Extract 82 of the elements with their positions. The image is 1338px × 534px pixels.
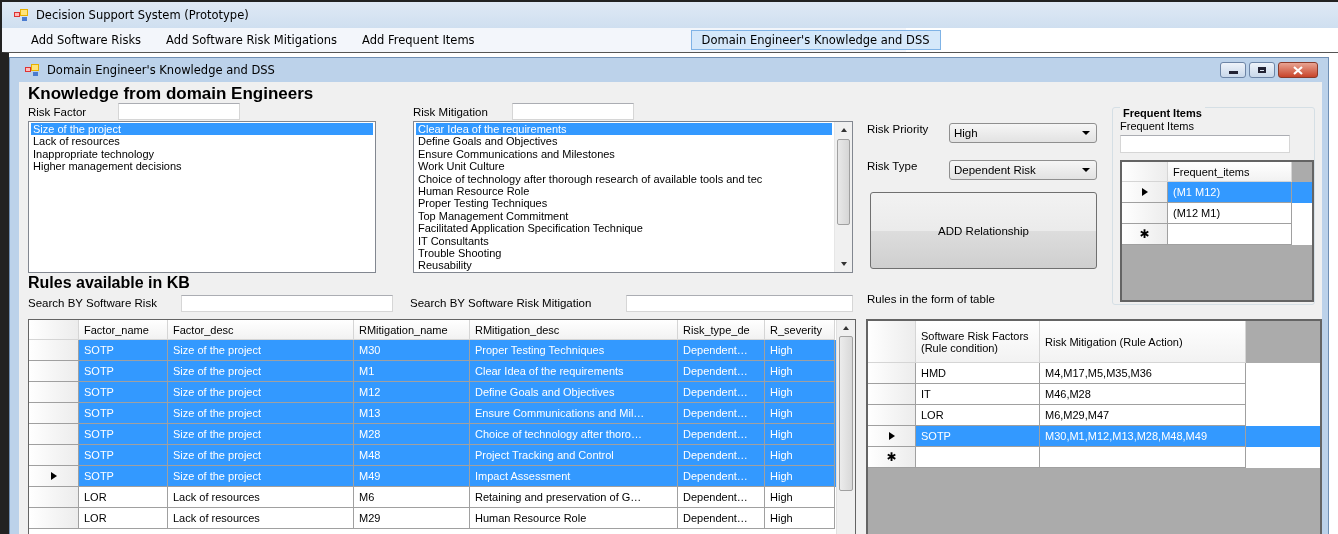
list-item[interactable]: Proper Testing Techniques xyxy=(416,197,832,210)
section-heading: Knowledge from domain Engineers xyxy=(28,84,315,103)
column-header[interactable]: RMitigation_name xyxy=(354,320,470,340)
list-item[interactable]: Facilitated Application Specification Technique xyxy=(416,222,832,235)
corner-header[interactable] xyxy=(868,321,916,363)
input-field[interactable] xyxy=(512,103,634,120)
restore-button[interactable] xyxy=(1249,62,1275,78)
list-box[interactable] xyxy=(413,121,853,273)
table-row[interactable]: LOR Lack of resources M29 Human Resource Role Dependent… High xyxy=(29,508,836,529)
group-title: Frequent Items xyxy=(1120,107,1205,119)
column-header[interactable]: Risk_type_de xyxy=(678,320,765,340)
window-title: Domain Engineer's Knowledge and DSS xyxy=(47,63,276,77)
close-button[interactable] xyxy=(1278,62,1318,78)
minimize-button[interactable] xyxy=(1220,62,1246,78)
table-cell: High xyxy=(765,508,835,529)
scrollbar[interactable] xyxy=(834,122,852,272)
table-row[interactable]: LOR M6,M29,M47 xyxy=(868,405,1320,426)
menu-item[interactable]: Domain Engineer's Knowledge and DSS xyxy=(690,30,941,50)
table-row[interactable]: (M12 M1) xyxy=(1122,203,1312,224)
list-item[interactable]: IT Consultants xyxy=(416,234,832,247)
app-icon xyxy=(25,64,39,76)
column-header[interactable]: R_severity xyxy=(765,320,835,340)
new-row-cell[interactable] xyxy=(1040,447,1246,468)
row-header[interactable] xyxy=(1122,182,1168,203)
new-row-cell[interactable] xyxy=(916,447,1040,468)
field-label: Risk Priority xyxy=(867,123,930,135)
corner-header[interactable] xyxy=(29,320,79,340)
scrollbar[interactable] xyxy=(836,320,855,534)
list-item[interactable]: Lack of resources xyxy=(31,135,373,148)
list-item[interactable]: Inappropriate technology xyxy=(31,147,373,161)
table-row[interactable]: IT M46,M28 xyxy=(868,384,1320,405)
column-header[interactable]: Software Risk Factors (Rule condition) xyxy=(916,321,1040,363)
list-item[interactable]: Ensure Communications and Milestones xyxy=(416,147,832,161)
table-cell: LOR xyxy=(79,508,168,529)
input-field[interactable] xyxy=(118,103,240,120)
new-row-marker: ✱ xyxy=(886,450,897,464)
menu-item[interactable]: Add Software Risks xyxy=(20,30,153,50)
app-icon xyxy=(14,9,28,21)
field-label: Search BY Software Risk xyxy=(28,297,158,309)
close-icon xyxy=(1293,65,1303,75)
column-header[interactable]: Factor_desc xyxy=(168,320,354,340)
menu-item[interactable]: Add Frequent Items xyxy=(351,30,486,50)
new-row-marker: ✱ xyxy=(1139,227,1150,241)
row-header[interactable]: ✱ xyxy=(868,447,916,468)
window-title: Decision Support System (Prototype) xyxy=(36,8,249,22)
list-item[interactable]: Higher management decisions xyxy=(31,160,373,173)
table-cell: Human Resource Role xyxy=(470,508,678,529)
list-item[interactable]: Work Unit Culture xyxy=(416,160,832,173)
input-field[interactable] xyxy=(1120,135,1290,153)
list-item[interactable]: Reusability xyxy=(416,259,832,272)
menu-item[interactable]: Add Software Risk Mitigations xyxy=(155,30,349,50)
column-header[interactable]: Risk Mitigation (Rule Action) xyxy=(1040,321,1246,363)
table-cell: Lack of resources xyxy=(168,508,354,529)
row-header[interactable]: ✱ xyxy=(1122,224,1168,245)
field-label: Risk Factor xyxy=(28,105,88,118)
row-header[interactable] xyxy=(29,466,79,487)
column-header[interactable]: RMitigation_desc xyxy=(470,320,678,340)
column-header[interactable]: Factor_name xyxy=(79,320,168,340)
field-label: Frequent Items xyxy=(1120,120,1195,132)
list-item[interactable]: Human Resource Role xyxy=(416,184,832,198)
new-row-cell[interactable] xyxy=(1168,224,1292,245)
field-label: Risk Type xyxy=(867,160,919,172)
field-label: Search BY Software Risk Mitigation xyxy=(410,297,593,309)
row-header[interactable] xyxy=(868,426,916,447)
table-row[interactable]: HMD M4,M17,M5,M35,M36 xyxy=(868,363,1320,384)
table-cell: Dependent… xyxy=(678,508,765,529)
search-field[interactable] xyxy=(626,294,853,312)
list-item[interactable]: Define Goals and Objectives xyxy=(416,135,832,148)
section-heading: Rules available in KB xyxy=(28,274,191,292)
field-label: Risk Mitigation xyxy=(413,105,489,118)
search-field[interactable] xyxy=(181,294,393,312)
table-cell: M29 xyxy=(354,508,470,529)
dropdown[interactable]: Dependent Risk xyxy=(949,160,1097,180)
list-item[interactable]: Trouble Shooting xyxy=(416,246,832,260)
list-item[interactable]: Choice of technology after thorough research of available tools and tec xyxy=(416,172,832,185)
field-label: Rules in the form of table xyxy=(867,293,996,305)
column-header[interactable]: Frequent_items xyxy=(1168,162,1292,182)
add-relationship-button[interactable]: ADD Relationship xyxy=(870,192,1097,269)
list-box[interactable]: Size of the project Lack of resources Inappropriate technology Higher management decisions xyxy=(28,121,376,273)
table-row[interactable]: LOR Lack of resources M6 Retaining and preservation of G… Dependent… High xyxy=(29,487,836,508)
dropdown[interactable]: High xyxy=(949,123,1097,143)
list-item[interactable]: Top Management Commitment xyxy=(416,209,832,223)
